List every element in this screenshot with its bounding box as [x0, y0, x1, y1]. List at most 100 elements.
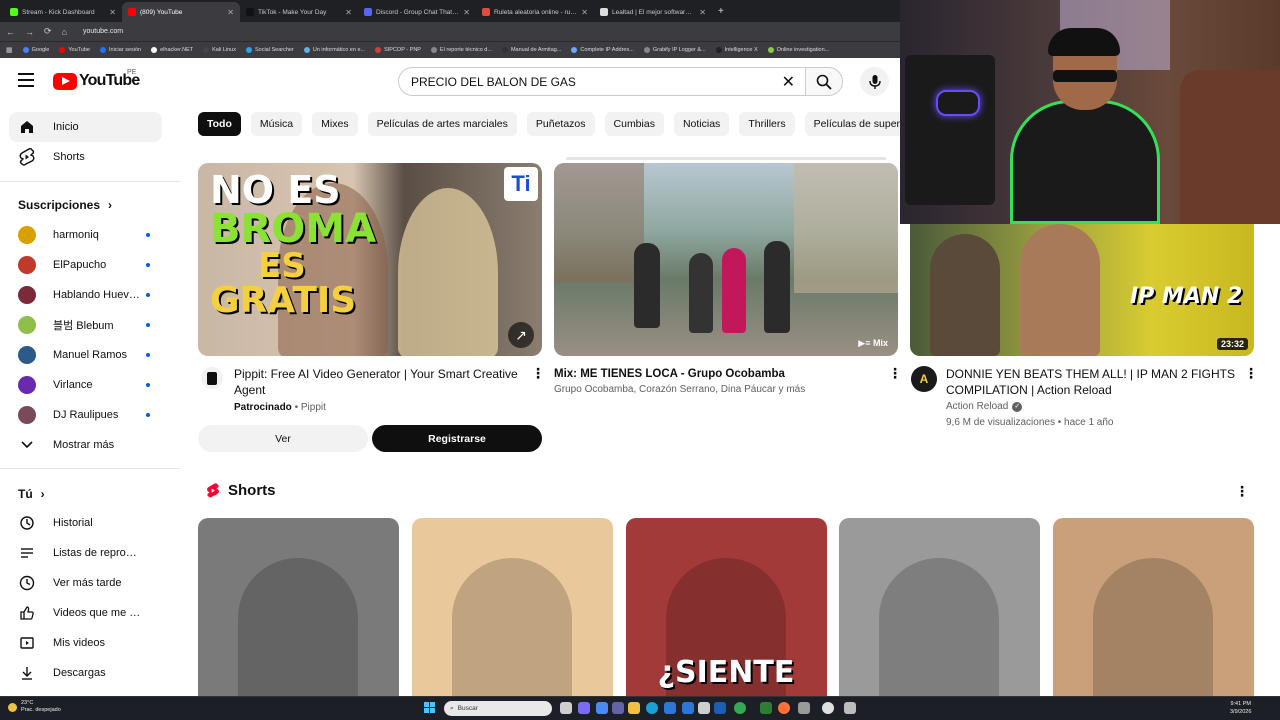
sidebar-item-subscription[interactable]: DJ Raulipues	[9, 400, 162, 430]
channel-avatar[interactable]: A	[911, 366, 937, 392]
xbox-icon[interactable]	[760, 702, 772, 714]
url-field[interactable]: youtube.com	[83, 28, 123, 35]
short-thumbnail[interactable]	[1053, 518, 1254, 696]
external-link-icon[interactable]: ↗	[508, 322, 534, 348]
menu-icon[interactable]	[18, 73, 34, 87]
mix-title[interactable]: Mix: ME TIENES LOCA - Grupo Ocobamba	[554, 366, 874, 382]
signup-button[interactable]: Registrarse	[372, 425, 542, 452]
bookmark-item[interactable]: Intelligence X	[715, 47, 758, 53]
filter-chip[interactable]: Noticias	[673, 112, 730, 136]
ipman-channel-row[interactable]: Action Reload ✓	[946, 399, 1023, 415]
bookmark-item[interactable]: Online investigation...	[767, 47, 829, 53]
calculator-icon[interactable]	[844, 702, 856, 714]
you-heading[interactable]: Tú ›	[18, 487, 45, 501]
browser-tab[interactable]: Discord - Group Chat That's All ✕	[358, 2, 476, 22]
home-browser-icon[interactable]: ⌂	[62, 27, 67, 37]
mix-channels[interactable]: Grupo Ocobamba, Corazón Serrano, Dina Pá…	[554, 382, 805, 398]
short-thumbnail[interactable]	[411, 518, 613, 696]
bookmark-item[interactable]: Complete IP Addres...	[571, 47, 634, 53]
short-thumbnail[interactable]	[198, 518, 399, 696]
close-tab-icon[interactable]: ✕	[699, 8, 706, 17]
sidebar-item-history[interactable]: Historial	[9, 508, 162, 538]
sidebar-item-subscription[interactable]: ElPapucho	[9, 250, 162, 280]
close-tab-icon[interactable]: ✕	[463, 8, 470, 17]
widgets-icon[interactable]	[596, 702, 608, 714]
task-view-icon[interactable]	[560, 702, 572, 714]
bookmark-item[interactable]: Google	[22, 47, 49, 53]
view-button[interactable]: Ver	[198, 425, 368, 452]
mix-thumbnail[interactable]: ▶≡ Mix	[554, 163, 898, 356]
app-icon[interactable]	[798, 702, 810, 714]
ipman-title[interactable]: DONNIE YEN BEATS THEM ALL! | IP MAN 2 FI…	[946, 366, 1236, 398]
bookmark-item[interactable]: Un informático en e...	[303, 47, 365, 53]
sidebar-item-subscription[interactable]: Virlance	[9, 370, 162, 400]
photos-icon[interactable]	[698, 702, 710, 714]
chrome-icon[interactable]	[734, 702, 746, 714]
filter-chip[interactable]: Thrillers	[739, 112, 795, 136]
close-tab-icon[interactable]: ✕	[581, 8, 588, 17]
bookmark-item[interactable]: SIPCOP - PNP	[375, 47, 421, 53]
short-thumbnail[interactable]	[839, 518, 1041, 696]
sidebar-item-home[interactable]: Inicio	[9, 112, 162, 142]
more-options-icon[interactable]: ⋮	[531, 366, 545, 380]
show-more-button[interactable]: Mostrar más	[9, 430, 162, 460]
sidebar-item-subscription[interactable]: 블범 Blebum	[9, 310, 162, 340]
browser-tab[interactable]: Ruleta aleatoria online - ruleta ✕	[476, 2, 594, 22]
bookmark-item[interactable]: Iniciar sesión	[100, 47, 141, 53]
bookmark-item[interactable]: Kali Linux	[203, 47, 236, 53]
new-tab-button[interactable]: +	[712, 6, 730, 17]
bookmark-item[interactable]: elhacker.NET	[151, 47, 193, 53]
sidebar-item-shorts[interactable]: Shorts	[9, 142, 162, 172]
close-tab-icon[interactable]: ✕	[109, 8, 116, 17]
bookmark-item[interactable]: Manual de Armitag...	[501, 47, 561, 53]
close-tab-icon[interactable]: ✕	[227, 8, 234, 17]
sidebar-item-like[interactable]: Videos que me gustan	[9, 598, 162, 628]
sidebar-item-playlists[interactable]: Listas de reproducción	[9, 538, 162, 568]
taskbar-search-input[interactable]: ⌕ Buscar	[444, 701, 552, 716]
sidebar-item-subscription[interactable]: harmoniq	[9, 220, 162, 250]
bookmark-item[interactable]: Grabify IP Logger &...	[643, 47, 706, 53]
store-icon[interactable]	[664, 702, 676, 714]
filter-chip[interactable]: Cumbias	[604, 112, 664, 136]
sidebar-item-watch-later[interactable]: Ver más tarde	[9, 568, 162, 598]
windows-start-icon[interactable]	[424, 702, 436, 714]
back-icon[interactable]: ←	[6, 27, 15, 37]
sidebar-item-subscription[interactable]: Hablando Huevadas	[9, 280, 162, 310]
mail-icon[interactable]	[682, 702, 694, 714]
sidebar-item-subscription[interactable]: Manuel Ramos	[9, 340, 162, 370]
filter-chip[interactable]: Películas de superhéroes	[804, 112, 900, 136]
obs-icon[interactable]	[822, 702, 834, 714]
ad-title[interactable]: Pippit: Free AI Video Generator | Your S…	[234, 366, 524, 398]
more-options-icon[interactable]: ⋮	[1235, 484, 1249, 498]
close-tab-icon[interactable]: ✕	[345, 8, 352, 17]
taskbar-clock[interactable]: 9:41 PM 3/9/2026	[1230, 700, 1251, 716]
bookmark-item[interactable]: YouTube	[59, 47, 90, 53]
weather-widget[interactable]: 23°C Prac. despejado	[8, 700, 61, 714]
filter-chip[interactable]: Todo	[198, 112, 241, 136]
filter-chip[interactable]: Música	[250, 112, 303, 136]
reload-icon[interactable]: ⟳	[44, 26, 52, 37]
filter-chip[interactable]: Mixes	[312, 112, 358, 136]
browser-tab[interactable]: Stream - Kick Dashboard ✕	[4, 2, 122, 22]
sidebar-item-my-videos[interactable]: Mis videos	[9, 628, 162, 658]
search-button[interactable]	[805, 67, 843, 96]
microphone-button[interactable]	[860, 67, 889, 96]
subscriptions-heading[interactable]: Suscripciones ›	[18, 198, 112, 212]
bookmark-item[interactable]: Social Searcher	[245, 47, 294, 53]
short-thumbnail[interactable]: ¿SIENTE	[625, 518, 827, 696]
search-input[interactable]: PRECIO DEL BALON DE GAS ✕	[398, 67, 806, 96]
edge-icon[interactable]	[646, 702, 658, 714]
browser-tab[interactable]: Lealtad | El mejor software para ✕	[594, 2, 712, 22]
clear-icon[interactable]: ✕	[782, 72, 795, 92]
bookmark-item[interactable]: El reporte técnico d...	[430, 47, 492, 53]
vscode-icon[interactable]	[714, 702, 726, 714]
advertiser-avatar[interactable]	[201, 367, 223, 389]
ipman-thumbnail[interactable]: IP MAN 2 23:32	[910, 214, 1254, 356]
ad-thumbnail[interactable]: NO ES BROMA ES GRATIS Ti ↗	[198, 163, 542, 356]
youtube-logo[interactable]: YouTube PE	[53, 69, 140, 90]
browser-tab[interactable]: (809) YouTube ✕	[122, 2, 240, 22]
more-options-icon[interactable]: ⋮	[1244, 366, 1258, 380]
teams-icon[interactable]	[612, 702, 624, 714]
forward-icon[interactable]: →	[25, 27, 34, 37]
sidebar-item-downloads[interactable]: Descargas	[9, 658, 162, 688]
